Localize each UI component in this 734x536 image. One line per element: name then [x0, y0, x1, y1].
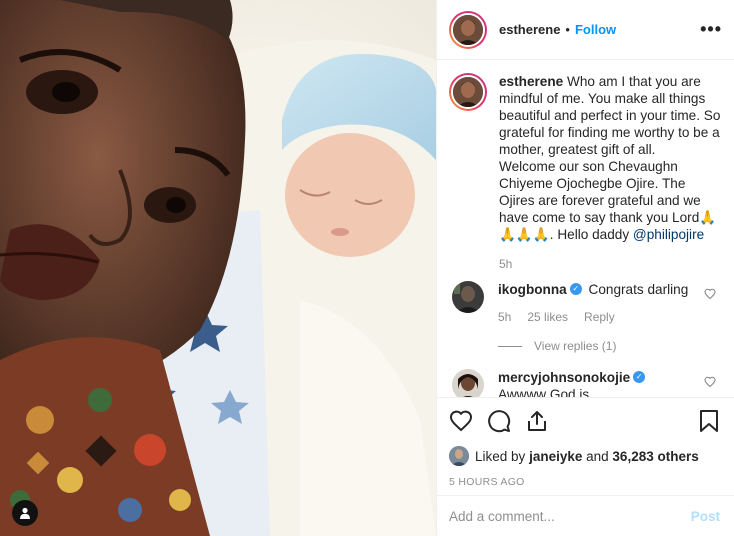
- commenter-avatar[interactable]: [452, 281, 484, 313]
- verified-badge-icon: ✓: [633, 371, 646, 384]
- avatar-image: [452, 281, 484, 313]
- comment-likes[interactable]: 25 likes: [527, 309, 568, 326]
- commenter-avatar[interactable]: [452, 369, 484, 397]
- comment-body: ikogbonna ✓ Congrats darling 5h 25 likes …: [498, 281, 698, 355]
- liked-by-prefix: Liked by: [475, 448, 526, 464]
- caption-text-3: . Hello daddy: [549, 227, 630, 242]
- post-comment-button[interactable]: Post: [691, 509, 720, 524]
- separator-dot: •: [565, 22, 570, 37]
- view-replies[interactable]: View replies (1): [498, 338, 698, 355]
- reply-button[interactable]: Reply: [584, 309, 615, 326]
- comment-time[interactable]: 5h: [498, 309, 511, 326]
- commenter-username[interactable]: ikogbonna: [498, 282, 567, 297]
- comment-body: mercyjohnsonokojie✓ Awwww God is faithfu…: [498, 369, 698, 397]
- comment-meta: 5h 25 likes Reply: [498, 309, 698, 326]
- user-tag-icon[interactable]: [12, 500, 38, 526]
- post-header: estherene • Follow •••: [437, 0, 734, 60]
- comment-text: Awwww God is faithful...congratulations: [498, 387, 590, 397]
- replies-divider: [498, 346, 522, 347]
- comment-text: Congrats darling: [588, 282, 689, 297]
- action-icons: [449, 408, 720, 434]
- commenter-username[interactable]: mercyjohnsonokojie: [498, 370, 630, 385]
- post-author-username[interactable]: estherene: [499, 22, 560, 37]
- mention-link[interactable]: @philipojire: [633, 227, 704, 242]
- avatar-image: [453, 14, 483, 45]
- caption-avatar[interactable]: [449, 73, 487, 111]
- avatar-image: [452, 369, 484, 397]
- share-icon[interactable]: [525, 409, 549, 433]
- likes-count[interactable]: 36,283 others: [612, 449, 698, 464]
- more-options-icon[interactable]: •••: [700, 19, 722, 40]
- liker-username[interactable]: janeiyke: [529, 449, 582, 464]
- caption-text-2: Welcome our son Chevaughn Chiyeme Ojoche…: [499, 159, 701, 225]
- comment-heart-icon[interactable]: [704, 287, 716, 303]
- follow-button[interactable]: Follow: [575, 22, 616, 37]
- bookmark-icon[interactable]: [698, 409, 720, 433]
- avatar[interactable]: [449, 10, 487, 49]
- caption-body: estherene Who am I that you are mindful …: [499, 73, 722, 273]
- verified-badge-icon: ✓: [569, 283, 582, 296]
- liked-by-and: and: [586, 448, 609, 464]
- view-replies-label: View replies (1): [534, 339, 617, 353]
- comments-list[interactable]: estherene Who am I that you are mindful …: [437, 61, 734, 397]
- selfie-with-newborn-image: [0, 0, 436, 536]
- caption-time[interactable]: 5h: [499, 256, 722, 273]
- liked-by[interactable]: Liked by janeiyke and 36,283 others: [449, 446, 720, 466]
- caption-username[interactable]: estherene: [499, 74, 563, 89]
- comment-icon[interactable]: [487, 409, 511, 433]
- comment-item: mercyjohnsonokojie✓ Awwww God is faithfu…: [449, 369, 722, 397]
- post-detail-panel: estherene • Follow ••• estherene Who am …: [436, 0, 734, 536]
- add-comment-bar: Post: [437, 495, 734, 536]
- post-timestamp[interactable]: 5 HOURS AGO: [449, 476, 720, 488]
- heart-icon[interactable]: [449, 409, 473, 433]
- post-photo[interactable]: [0, 0, 436, 536]
- comment-item: ikogbonna ✓ Congrats darling 5h 25 likes …: [449, 281, 722, 355]
- caption: estherene Who am I that you are mindful …: [449, 73, 722, 273]
- person-glyph: [20, 507, 30, 519]
- comment-heart-icon[interactable]: [704, 375, 716, 391]
- comment-input[interactable]: [449, 508, 691, 524]
- post-actions: Liked by janeiyke and 36,283 others 5 HO…: [437, 397, 734, 488]
- avatar-image: [453, 77, 483, 107]
- liker-avatar[interactable]: [449, 446, 469, 466]
